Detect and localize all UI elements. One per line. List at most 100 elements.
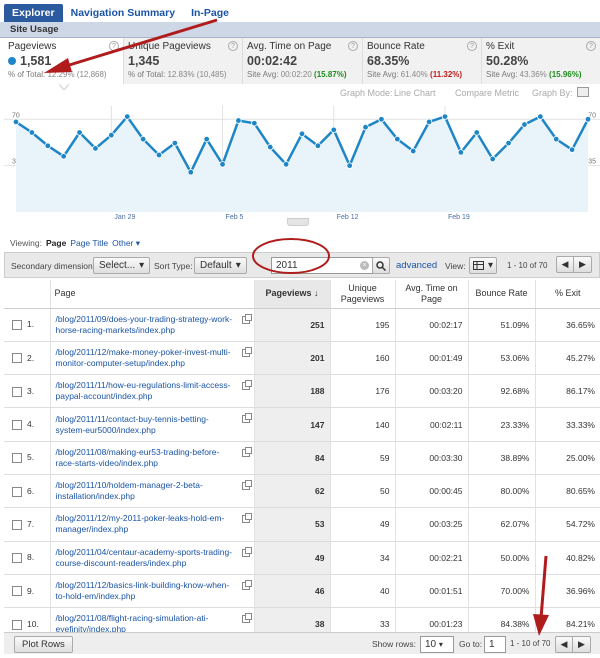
open-external-icon[interactable] bbox=[241, 546, 252, 557]
help-icon[interactable]: ? bbox=[228, 41, 238, 51]
row-select[interactable]: 5. bbox=[4, 441, 50, 475]
row-checkbox[interactable] bbox=[12, 386, 22, 397]
table-row[interactable]: 6. /blog/2011/10/holdem-manager-2-beta-in… bbox=[4, 474, 600, 509]
data-point bbox=[155, 151, 163, 159]
sort-type-select[interactable]: Default ▾ bbox=[194, 257, 247, 274]
tab-navigation-summary[interactable]: Navigation Summary bbox=[63, 4, 183, 22]
row-select[interactable]: 8. bbox=[4, 541, 50, 575]
row-select[interactable]: 6. bbox=[4, 474, 50, 509]
table-row[interactable]: 2. /blog/2011/12/make-money-poker-invest-… bbox=[4, 341, 600, 376]
table-row[interactable]: 4. /blog/2011/11/contact-buy-tennis-betti… bbox=[4, 407, 600, 442]
table-row[interactable]: 1. /blog/2011/09/does-your-trading-strate… bbox=[4, 308, 600, 342]
data-point bbox=[330, 126, 337, 134]
filter-input[interactable]: 2011 × bbox=[271, 257, 373, 274]
metric-bounce-rate[interactable]: Bounce Rate ? 68.35% Site Avg: 61.40% (1… bbox=[363, 38, 482, 84]
open-external-icon[interactable] bbox=[241, 579, 252, 590]
page-link[interactable]: /blog/2011/12/make-money-poker-invest-mu… bbox=[49, 341, 254, 376]
open-external-icon[interactable] bbox=[241, 479, 252, 490]
open-external-icon[interactable] bbox=[241, 346, 252, 357]
metric-avg-time[interactable]: Avg. Time on Page ? 00:02:42 Site Avg: 0… bbox=[243, 38, 363, 84]
row-checkbox[interactable] bbox=[12, 519, 22, 530]
viewing-page-title[interactable]: Page Title bbox=[70, 238, 108, 249]
table-row[interactable]: 8. /blog/2011/04/centaur-academy-sports-t… bbox=[4, 541, 600, 575]
viewing-other[interactable]: Other ▾ bbox=[112, 238, 140, 249]
open-external-icon[interactable] bbox=[241, 380, 252, 391]
cell-avg-time: 00:03:20 bbox=[394, 374, 468, 409]
open-external-icon[interactable] bbox=[241, 313, 252, 324]
table-row[interactable]: 3. /blog/2011/11/how-eu-regulations-limit… bbox=[4, 374, 600, 409]
open-external-icon[interactable] bbox=[241, 413, 252, 424]
graph-resize-handle[interactable] bbox=[287, 218, 309, 226]
header-page[interactable]: Page bbox=[49, 280, 254, 309]
row-select[interactable]: 7. bbox=[4, 507, 50, 542]
plot-rows-button[interactable]: Plot Rows bbox=[14, 636, 73, 653]
data-point bbox=[521, 121, 528, 128]
header-select bbox=[4, 280, 50, 309]
subtab-site-usage[interactable]: Site Usage bbox=[10, 24, 59, 35]
page-link[interactable]: /blog/2011/12/my-2011-poker-leaks-hold-e… bbox=[49, 507, 254, 542]
tab-explorer[interactable]: Explorer bbox=[4, 4, 63, 22]
row-select[interactable]: 3. bbox=[4, 374, 50, 409]
graph-by-label[interactable]: Graph By: bbox=[532, 88, 573, 98]
header-pageviews[interactable]: Pageviews ↓ bbox=[253, 280, 330, 309]
row-checkbox[interactable] bbox=[12, 419, 22, 430]
row-checkbox[interactable] bbox=[12, 453, 22, 464]
row-checkbox[interactable] bbox=[12, 353, 22, 364]
help-icon[interactable]: ? bbox=[586, 41, 596, 51]
metric-exit[interactable]: % Exit ? 50.28% Site Avg: 43.36% (15.96%… bbox=[482, 38, 600, 84]
calendar-icon[interactable] bbox=[577, 87, 589, 97]
row-select[interactable]: 9. bbox=[4, 574, 50, 609]
page-link[interactable]: /blog/2011/08/making-eur53-trading-befor… bbox=[49, 441, 254, 475]
compare-metric-link[interactable]: Compare Metric bbox=[455, 88, 519, 98]
header-bounce-rate[interactable]: Bounce Rate bbox=[467, 280, 535, 309]
show-rows-select[interactable]: 10 ▾ bbox=[420, 636, 454, 653]
view-type-select[interactable]: ▾ bbox=[469, 257, 497, 274]
search-icon bbox=[376, 260, 386, 271]
page-link[interactable]: /blog/2011/09/does-your-trading-strategy… bbox=[49, 308, 254, 342]
row-checkbox[interactable] bbox=[12, 553, 22, 564]
prev-page-button[interactable]: ◀ bbox=[557, 257, 574, 272]
next-page-button[interactable]: ▶ bbox=[574, 257, 591, 272]
row-checkbox[interactable] bbox=[12, 320, 22, 331]
metric-unique-pageviews[interactable]: Unique Pageviews ? 1,345 % of Total: 12.… bbox=[124, 38, 243, 84]
table-row[interactable]: 9. /blog/2011/12/basics-link-building-kno… bbox=[4, 574, 600, 609]
table-row[interactable]: 5. /blog/2011/08/making-eur53-trading-bef… bbox=[4, 441, 600, 475]
tab-in-page[interactable]: In-Page bbox=[183, 4, 237, 22]
row-select[interactable]: 2. bbox=[4, 341, 50, 376]
page-link[interactable]: /blog/2011/12/basics-link-building-know-… bbox=[49, 574, 254, 609]
table-row[interactable]: 7. /blog/2011/12/my-2011-poker-leaks-hold… bbox=[4, 507, 600, 542]
open-external-icon[interactable] bbox=[241, 613, 252, 624]
next-page-button[interactable]: ▶ bbox=[573, 637, 590, 652]
header-unique-pageviews[interactable]: Unique Pageviews bbox=[329, 280, 395, 309]
page-link[interactable]: /blog/2011/11/contact-buy-tennis-betting… bbox=[49, 407, 254, 442]
help-icon[interactable]: ? bbox=[467, 41, 477, 51]
row-select[interactable]: 1. bbox=[4, 308, 50, 342]
secondary-dimension-select[interactable]: Select... ▾ bbox=[93, 257, 151, 274]
header-avg-time[interactable]: Avg. Time on Page bbox=[394, 280, 468, 309]
metric-pageviews[interactable]: Pageviews ? 1,581 % of Total: 12.29% (12… bbox=[4, 38, 124, 90]
cell-unique-pageviews: 59 bbox=[329, 441, 395, 475]
row-checkbox[interactable] bbox=[12, 486, 22, 497]
row-select[interactable]: 4. bbox=[4, 407, 50, 442]
advanced-filter-link[interactable]: advanced bbox=[396, 260, 437, 271]
help-icon[interactable]: ? bbox=[109, 41, 119, 51]
open-external-icon[interactable] bbox=[241, 446, 252, 457]
header-exit[interactable]: % Exit bbox=[534, 280, 600, 309]
open-external-icon[interactable] bbox=[241, 513, 252, 524]
chevron-down-icon: ▾ bbox=[235, 260, 241, 271]
viewing-page[interactable]: Page bbox=[46, 238, 66, 249]
help-icon[interactable]: ? bbox=[348, 41, 358, 51]
page-link[interactable]: /blog/2011/10/holdem-manager-2-beta-inst… bbox=[49, 474, 254, 509]
search-button[interactable] bbox=[372, 257, 390, 274]
clear-icon[interactable]: × bbox=[360, 261, 369, 270]
page-link[interactable]: /blog/2011/04/centaur-academy-sports-tra… bbox=[49, 541, 254, 575]
prev-page-button[interactable]: ◀ bbox=[556, 637, 573, 652]
row-checkbox[interactable] bbox=[12, 619, 22, 630]
data-point bbox=[139, 135, 147, 143]
graph-mode-select[interactable]: Line Chart bbox=[394, 88, 436, 98]
cell-avg-time: 00:01:49 bbox=[394, 341, 468, 376]
row-number: 2. bbox=[27, 352, 35, 363]
page-link[interactable]: /blog/2011/11/how-eu-regulations-limit-a… bbox=[49, 374, 254, 409]
goto-input[interactable]: 1 bbox=[484, 636, 506, 653]
row-checkbox[interactable] bbox=[12, 586, 22, 597]
